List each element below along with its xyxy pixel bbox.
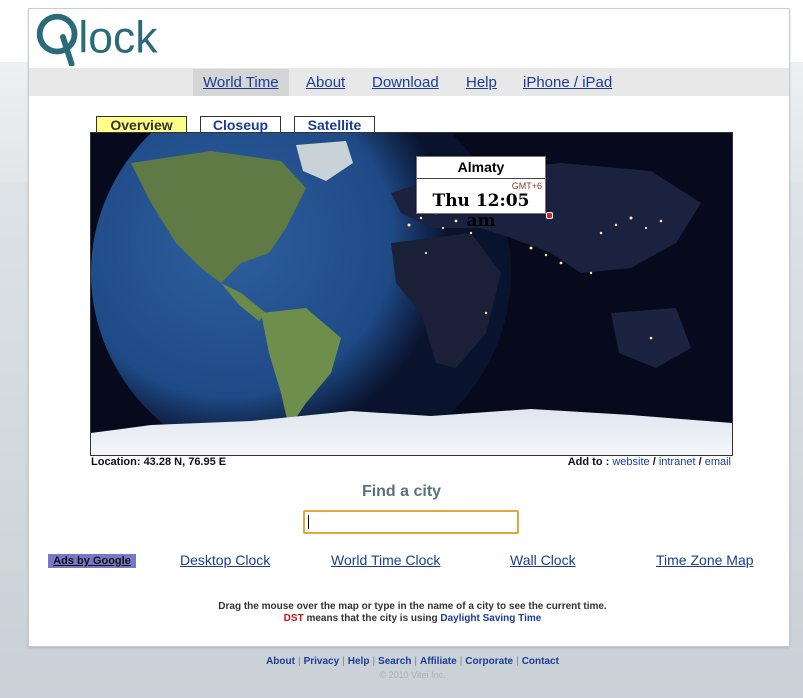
popup-city-name: Almaty (417, 157, 545, 179)
ad-link-time-zone-map[interactable]: Time Zone Map (656, 552, 754, 568)
footer-search[interactable]: Search (378, 656, 411, 667)
footer-affiliate[interactable]: Affiliate (420, 656, 457, 667)
add-to-email-link[interactable]: email (705, 456, 731, 468)
ad-link-wall-clock[interactable]: Wall Clock (510, 552, 576, 568)
footer-help[interactable]: Help (348, 656, 370, 667)
find-city-title: Find a city (361, 483, 442, 500)
nav-about[interactable]: About (306, 69, 345, 96)
popup-local-time: Thu 12:05 am (432, 191, 530, 231)
ad-link-world-time-clock[interactable]: World Time Clock (331, 552, 440, 568)
world-map[interactable] (90, 132, 733, 456)
qlock-logo[interactable]: lock (33, 6, 208, 66)
location-label: Location: (91, 456, 141, 468)
svg-text:lock: lock (78, 13, 158, 62)
footer-about[interactable]: About (266, 656, 295, 667)
tab-satellite[interactable]: Satellite (294, 116, 375, 133)
separator: / (652, 456, 656, 468)
ads-by-google-label[interactable]: Ads by Google (48, 554, 136, 568)
separator: / (698, 456, 702, 468)
daylight-saving-link[interactable]: Daylight Saving Time (440, 613, 541, 624)
nav-help[interactable]: Help (466, 69, 497, 96)
footer-contact[interactable]: Contact (522, 656, 559, 667)
footer-links: About | Privacy | Help | Search | Affiliate | Corp… (266, 656, 559, 667)
tab-overview[interactable]: Overview (96, 116, 187, 133)
find-city-input[interactable] (303, 510, 519, 534)
popup-gmt-offset: GMT+6 (511, 181, 542, 191)
nav-iphone-ipad[interactable]: iPhone / iPad (523, 69, 612, 96)
city-time-popup: Almaty GMT+6 Thu 12:05 am (416, 156, 546, 231)
location-readout: Location: 43.28 N, 76.95 E (91, 456, 226, 468)
nav-world-time[interactable]: World Time (193, 69, 289, 96)
text-caret (308, 515, 309, 529)
footer-corporate[interactable]: Corporate (465, 656, 513, 667)
nav-download[interactable]: Download (372, 69, 439, 96)
location-value: 43.28 N, 76.95 E (143, 456, 227, 468)
footer-privacy[interactable]: Privacy (304, 656, 340, 667)
dst-note: DST means that the city is using Dayligh… (0, 613, 803, 624)
dst-label: DST (283, 613, 304, 624)
add-to-label: Add to : (567, 456, 610, 468)
instructions-text: Drag the mouse over the map or type in t… (218, 601, 607, 612)
ad-link-desktop-clock[interactable]: Desktop Clock (180, 552, 270, 568)
dst-note-text: means that the city is using (303, 613, 441, 624)
add-to-website-link[interactable]: website (612, 456, 649, 468)
city-marker-icon (546, 212, 553, 219)
add-to-links: Add to : website / intranet / email (568, 456, 731, 468)
add-to-intranet-link[interactable]: intranet (659, 456, 696, 468)
tab-closeup[interactable]: Closeup (200, 116, 281, 133)
copyright: © 2010 Vitei Inc. (379, 670, 446, 680)
